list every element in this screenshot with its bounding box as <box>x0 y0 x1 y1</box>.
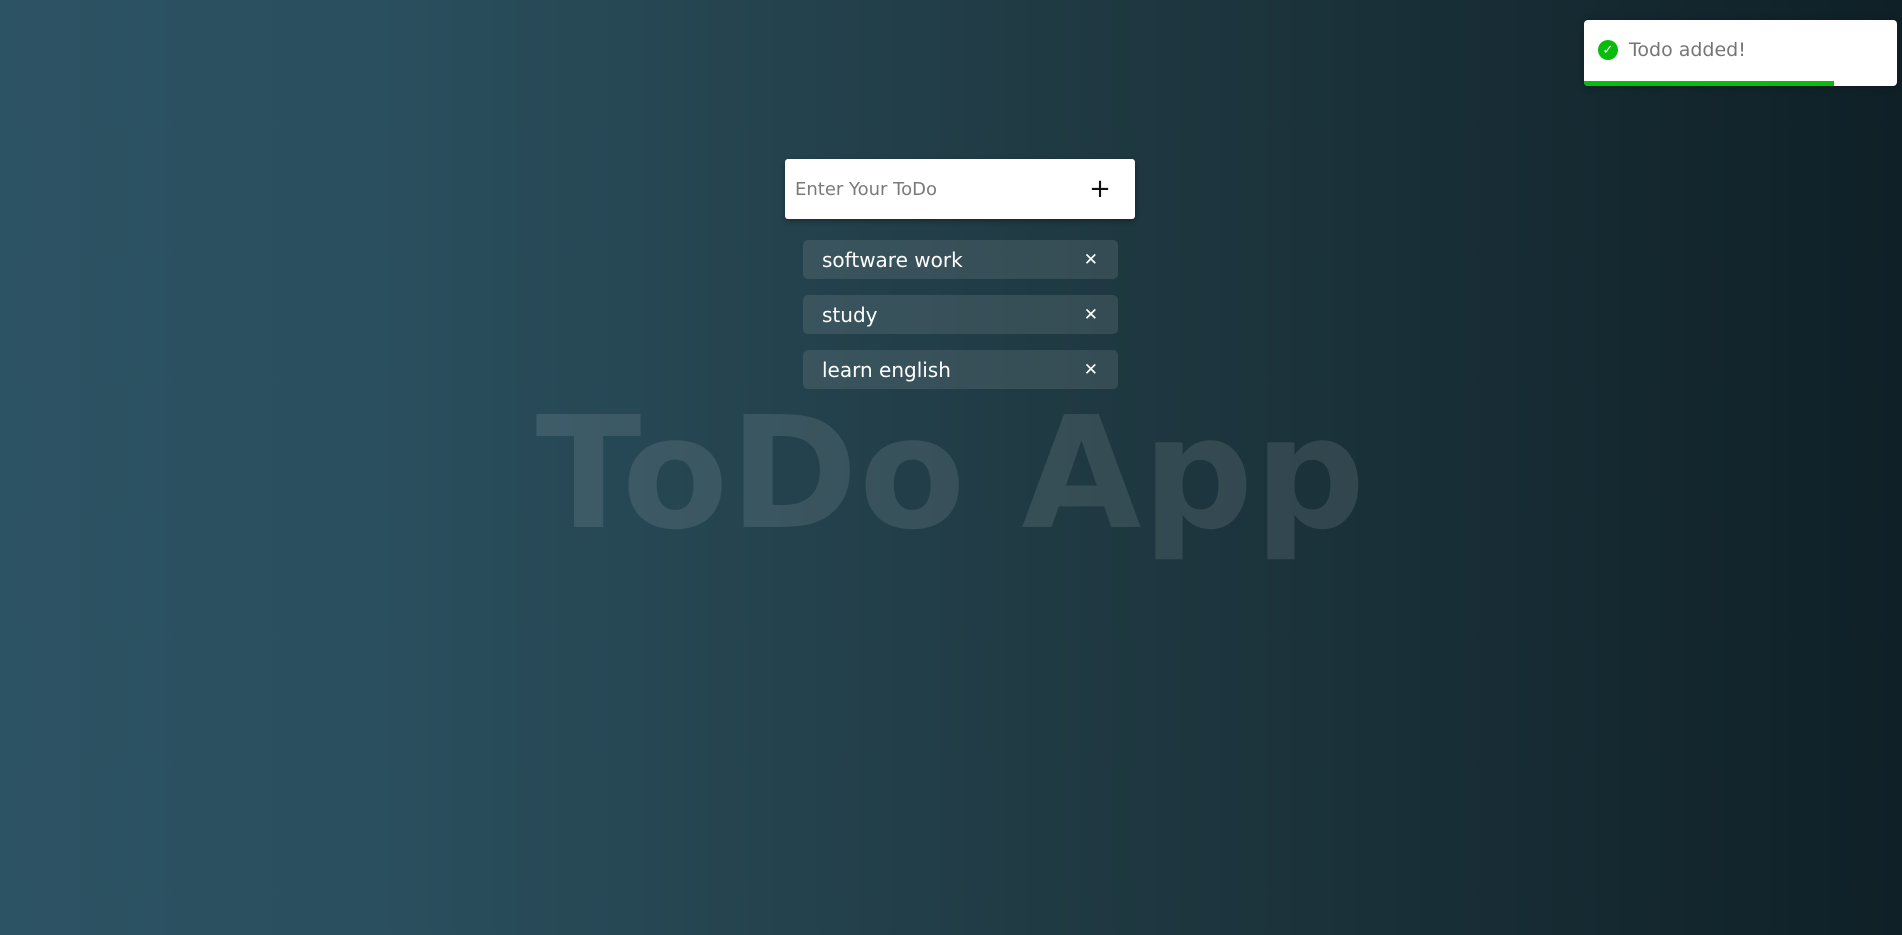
toast-message: Todo added! <box>1629 39 1746 61</box>
todo-input[interactable] <box>785 159 1075 219</box>
toast-progress-track <box>1584 81 1897 86</box>
check-circle-icon: ✓ <box>1598 40 1618 60</box>
todo-text: learn english <box>822 357 951 382</box>
todo-text: software work <box>822 247 963 272</box>
todo-item: software work ✕ <box>803 240 1118 279</box>
todo-item: study ✕ <box>803 295 1118 334</box>
todo-list: software work ✕ study ✕ learn english ✕ <box>803 240 1118 405</box>
todo-form: + <box>785 159 1135 219</box>
delete-icon[interactable]: ✕ <box>1084 360 1098 380</box>
delete-icon[interactable]: ✕ <box>1084 305 1098 325</box>
toast-progress-bar <box>1584 81 1835 86</box>
app-title-watermark: ToDo App <box>535 383 1367 564</box>
todo-text: study <box>822 302 878 327</box>
plus-icon: + <box>1089 174 1111 204</box>
todo-item: learn english ✕ <box>803 350 1118 389</box>
delete-icon[interactable]: ✕ <box>1084 250 1098 270</box>
add-todo-button[interactable]: + <box>1075 159 1125 219</box>
success-toast[interactable]: ✓ Todo added! <box>1584 20 1897 86</box>
